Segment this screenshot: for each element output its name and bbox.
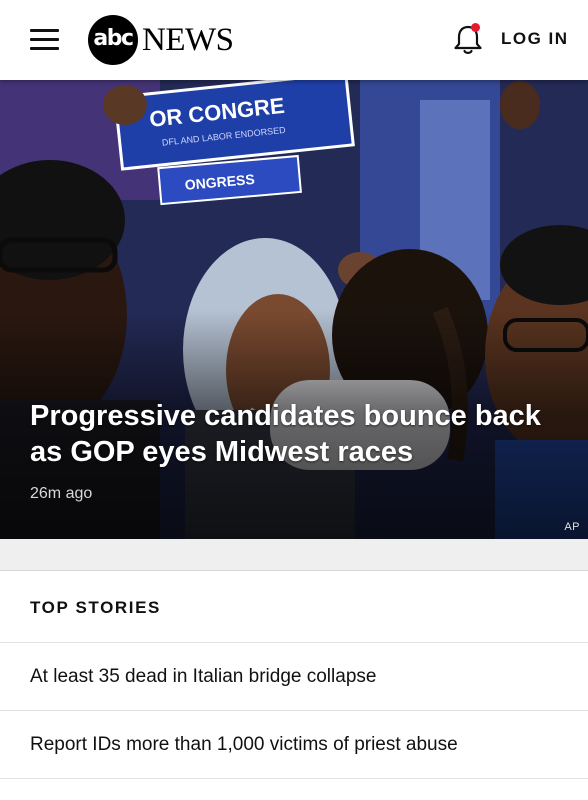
menu-bar <box>30 29 59 32</box>
hero-timestamp: 26m ago <box>30 485 93 502</box>
news-wordmark: NEWS <box>142 22 234 58</box>
abc-news-logo[interactable]: abc NEWS <box>88 15 248 65</box>
divider <box>0 778 588 779</box>
hero-story[interactable]: OR CONGRE DFL AND LABOR ENDORSED ONGRESS… <box>0 80 588 539</box>
menu-bar <box>30 47 59 50</box>
site-header: abc NEWS LOG IN <box>0 0 588 80</box>
login-button[interactable]: LOG IN <box>501 29 569 49</box>
divider <box>0 642 588 643</box>
abc-logo-mark: abc <box>88 15 138 65</box>
photo-credit: AP <box>564 521 580 533</box>
story-link[interactable]: At least 35 dead in Italian bridge colla… <box>30 666 560 688</box>
hero-headline[interactable]: Progressive candidates bounce back as GO… <box>30 398 560 470</box>
menu-bar <box>30 38 59 41</box>
top-stories-heading: TOP STORIES <box>30 598 161 617</box>
hamburger-menu-button[interactable] <box>22 22 66 58</box>
divider <box>0 710 588 711</box>
section-spacer <box>0 539 588 571</box>
notifications-button[interactable] <box>452 22 484 56</box>
notification-badge <box>471 23 480 32</box>
story-link[interactable]: Report IDs more than 1,000 victims of pr… <box>30 734 560 756</box>
